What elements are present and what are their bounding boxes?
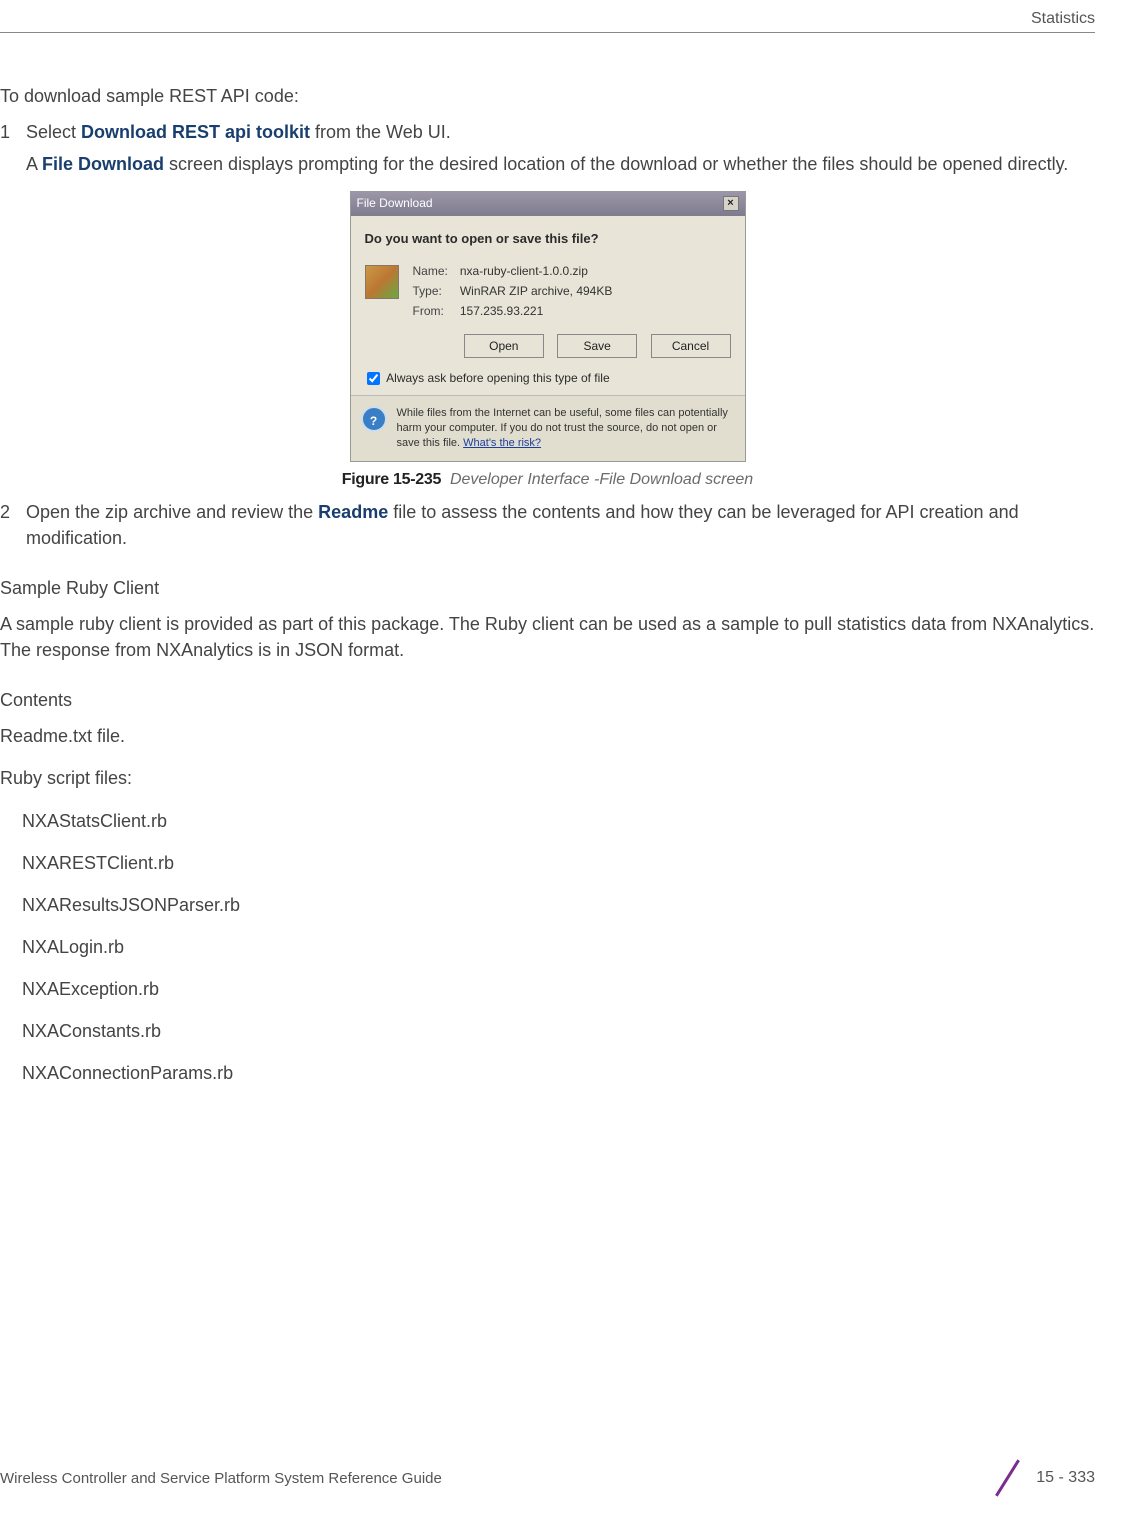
checkbox-input[interactable] [367, 372, 380, 385]
list-item: NXAConstants.rb [22, 1018, 1095, 1044]
list-item: NXAConnectionParams.rb [22, 1060, 1095, 1086]
page-section-header: Statistics [0, 10, 1095, 32]
heading-ruby-client: Sample Ruby Client [0, 575, 1095, 601]
step-number: 1 [0, 119, 26, 177]
divider [0, 32, 1095, 33]
step-1: 1 Select Download REST api toolkit from … [0, 119, 1095, 177]
list-item: NXAResultsJSONParser.rb [22, 892, 1095, 918]
open-button[interactable]: Open [464, 334, 544, 358]
list-item: NXARESTClient.rb [22, 850, 1095, 876]
file-list: NXAStatsClient.rb NXARESTClient.rb NXARe… [22, 808, 1095, 1087]
step-body: Select Download REST api toolkit from th… [26, 119, 1095, 177]
step-body: Open the zip archive and review the Read… [26, 499, 1095, 551]
cancel-button[interactable]: Cancel [651, 334, 731, 358]
footer-title: Wireless Controller and Service Platform… [0, 1470, 442, 1487]
risk-link[interactable]: What's the risk? [463, 437, 541, 449]
value: 157.235.93.221 [460, 304, 543, 318]
value: nxa-ruby-client-1.0.0.zip [460, 264, 588, 278]
ruby-paragraph: A sample ruby client is provided as part… [0, 611, 1095, 663]
ui-term: Download REST api toolkit [81, 122, 310, 142]
file-icon [365, 265, 399, 299]
label: Name: [413, 263, 457, 280]
intro-text: To download sample REST API code: [0, 83, 1095, 109]
figure-caption: Figure 15-235 Developer Interface -File … [0, 468, 1095, 491]
button-row: Open Save Cancel [365, 334, 731, 358]
page-content: To download sample REST API code: 1 Sele… [0, 83, 1095, 1086]
dialog-question: Do you want to open or save this file? [365, 230, 731, 249]
value: WinRAR ZIP archive, 494KB [460, 284, 613, 298]
text: Select [26, 122, 81, 142]
list-item: NXAException.rb [22, 976, 1095, 1002]
text: A [26, 154, 42, 174]
checkbox-label: Always ask before opening this type of f… [386, 371, 609, 385]
text: Open the zip archive and review the [26, 502, 318, 522]
readme-line: Readme.txt file. [0, 723, 1095, 749]
warning-box: ? While files from the Internet can be u… [351, 395, 745, 461]
help-icon: ? [361, 406, 387, 432]
save-button[interactable]: Save [557, 334, 637, 358]
dialog-title: File Download [357, 195, 433, 212]
dialog-titlebar: File Download × [351, 192, 745, 215]
dialog-screenshot: File Download × Do you want to open or s… [0, 191, 1095, 461]
scripts-line: Ruby script files: [0, 765, 1095, 791]
file-meta: Name: nxa-ruby-client-1.0.0.zip Type: Wi… [413, 263, 731, 324]
page-footer: Wireless Controller and Service Platform… [0, 1461, 1125, 1495]
heading-contents: Contents [0, 687, 1095, 713]
file-download-dialog: File Download × Do you want to open or s… [350, 191, 746, 461]
label: Type: [413, 283, 457, 300]
figure-text: Developer Interface -File Download scree… [450, 471, 753, 488]
label: From: [413, 303, 457, 320]
page-number: 15 - 333 [1036, 1469, 1095, 1487]
text: screen displays prompting for the desire… [164, 154, 1068, 174]
text: from the Web UI. [310, 122, 451, 142]
list-item: NXAStatsClient.rb [22, 808, 1095, 834]
figure-label: Figure 15-235 [342, 471, 441, 488]
list-item: NXALogin.rb [22, 934, 1095, 960]
step-2: 2 Open the zip archive and review the Re… [0, 499, 1095, 551]
ui-term: Readme [318, 502, 388, 522]
ui-term: File Download [42, 154, 164, 174]
always-ask-checkbox[interactable]: Always ask before opening this type of f… [367, 370, 731, 387]
warning-text: While files from the Internet can be use… [397, 407, 728, 449]
close-icon[interactable]: × [723, 196, 739, 211]
slash-icon [992, 1461, 1026, 1495]
step-number: 2 [0, 499, 26, 551]
